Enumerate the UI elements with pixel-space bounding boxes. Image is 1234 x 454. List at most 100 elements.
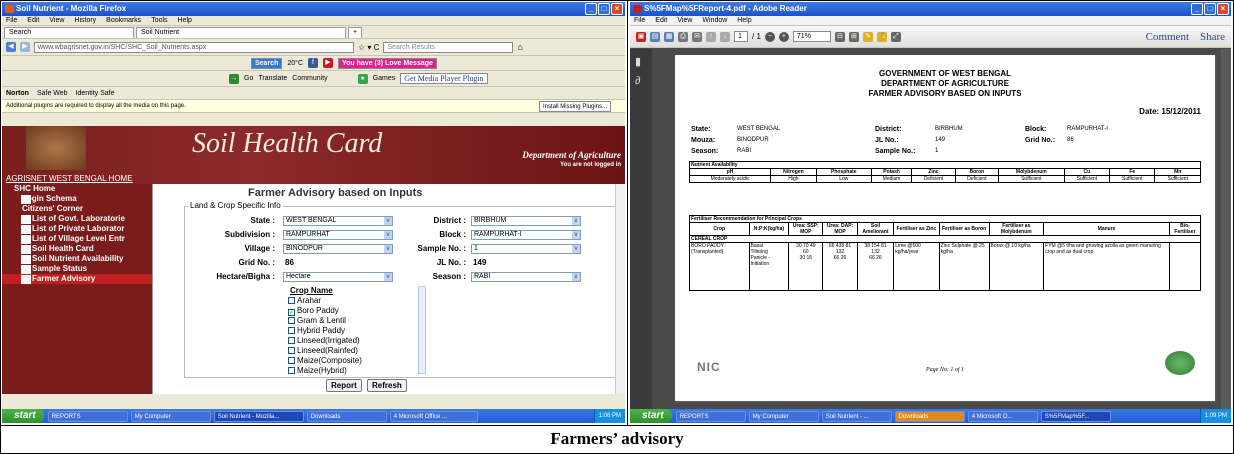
sidebar-item[interactable]: List of Private Laborator xyxy=(2,224,152,234)
crop-item[interactable]: ✓ Boro Paddy xyxy=(288,306,428,316)
crop-item[interactable]: Arahar xyxy=(288,296,428,306)
menu-history[interactable]: History xyxy=(74,16,96,25)
maximize-button[interactable]: □ xyxy=(1204,3,1216,15)
taskbar-item[interactable]: Downloads xyxy=(306,410,387,422)
district-select[interactable]: BIRBHUM xyxy=(471,216,581,226)
close-button[interactable]: × xyxy=(1217,3,1229,15)
season-select[interactable]: RABI xyxy=(471,272,581,282)
minimize-button[interactable]: _ xyxy=(1191,3,1203,15)
expand-icon[interactable]: ⤢ xyxy=(890,31,901,42)
crop-item[interactable]: Maize(Hybrid) xyxy=(288,366,428,376)
pages-icon[interactable]: ▮ xyxy=(635,55,641,68)
sign-icon[interactable]: ✍ xyxy=(876,31,887,42)
menu-window[interactable]: Window xyxy=(702,16,727,25)
fit-page-icon[interactable]: ⊟ xyxy=(834,31,845,42)
menu-edit[interactable]: Edit xyxy=(655,16,667,25)
sidebar-item[interactable]: List of Govt. Laboratorie xyxy=(2,214,152,224)
checkbox[interactable] xyxy=(288,297,295,304)
search-box[interactable]: Search Results xyxy=(383,41,514,53)
zoom-in-icon[interactable]: + xyxy=(778,31,789,42)
sidebar-item-login[interactable]: Login Schema xyxy=(2,194,152,204)
taskbar-item[interactable]: Soil Nutrient - ... xyxy=(821,410,892,422)
reload-icon[interactable]: ☆ ▾ C xyxy=(358,43,379,52)
subdivision-select[interactable]: RAMPURHAT xyxy=(283,230,393,240)
menu-file[interactable]: File xyxy=(6,16,17,25)
page-number-input[interactable]: 1 xyxy=(734,31,748,42)
taskbar-item[interactable]: My Computer xyxy=(130,410,211,422)
taskbar-item[interactable]: REPORTS xyxy=(47,410,128,422)
games-button[interactable]: Games xyxy=(373,75,396,82)
home-icon[interactable]: ⌂ xyxy=(517,42,522,52)
checkbox[interactable] xyxy=(288,317,295,324)
crop-scrollbar[interactable] xyxy=(418,286,426,374)
tab-search[interactable]: Search xyxy=(4,27,134,38)
youtube-icon[interactable]: ▶ xyxy=(323,58,333,68)
sidebar-root[interactable]: SHC Home xyxy=(2,184,152,194)
go-button[interactable]: Go xyxy=(244,75,253,82)
start-button[interactable]: start xyxy=(630,409,672,423)
checkbox[interactable] xyxy=(288,367,295,374)
menu-help[interactable]: Help xyxy=(178,16,192,25)
crop-item[interactable]: Linseed(Rainfed) xyxy=(288,346,428,356)
hectare-select[interactable]: Hectare xyxy=(283,272,393,282)
menu-help[interactable]: Help xyxy=(737,16,751,25)
taskbar-item[interactable]: REPORTS xyxy=(675,410,746,422)
save-icon[interactable]: ▦ xyxy=(664,31,674,42)
minimize-button[interactable]: _ xyxy=(585,3,597,15)
zoom-select[interactable]: 71% xyxy=(792,31,831,42)
refresh-button[interactable]: Refresh xyxy=(367,379,407,392)
crop-item[interactable]: Linseed(Irrigated) xyxy=(288,336,428,346)
sidebar-item-active[interactable]: Farmer Advisory xyxy=(2,274,152,284)
search-button[interactable]: Search xyxy=(251,57,283,69)
crop-item[interactable]: Gram & Lentil xyxy=(288,316,428,326)
checkbox[interactable] xyxy=(288,347,295,354)
tab-soil-nutrient[interactable]: Soil Nutrient xyxy=(136,27,346,38)
taskbar-item[interactable]: Soil Nutrient - Mozilla... xyxy=(213,410,304,422)
next-page-icon[interactable]: ↓ xyxy=(720,31,730,42)
community-button[interactable]: Community xyxy=(292,75,327,82)
share-button[interactable]: Share xyxy=(1200,31,1225,43)
menu-tools[interactable]: Tools xyxy=(151,16,167,25)
comment-button[interactable]: Comment xyxy=(1146,31,1189,43)
new-tab-button[interactable]: + xyxy=(348,27,363,38)
open-icon[interactable]: ▤ xyxy=(650,31,660,42)
comment-icon[interactable]: ✎ xyxy=(862,31,873,42)
prev-page-icon[interactable]: ↑ xyxy=(706,31,716,42)
sidebar-item[interactable]: Sample Status xyxy=(2,264,152,274)
translate-button[interactable]: Translate xyxy=(258,75,287,82)
taskbar-item[interactable]: 4 Microsoft Office ... xyxy=(389,410,478,422)
checkbox[interactable] xyxy=(288,327,295,334)
attachments-icon[interactable]: ∂ xyxy=(635,75,640,87)
go-icon[interactable]: → xyxy=(229,73,239,84)
report-button[interactable]: Report xyxy=(326,379,362,392)
checkbox-checked[interactable]: ✓ xyxy=(288,309,295,316)
print-icon[interactable]: ⎙ xyxy=(678,31,688,42)
taskbar-item[interactable]: Downloads xyxy=(894,410,965,422)
url-bar[interactable]: www.wbagrisnet.gov.in/SHC/SHC_Soil_Nutri… xyxy=(34,41,354,53)
page-scrollbar[interactable] xyxy=(1221,49,1231,409)
safe-web-button[interactable]: Safe Web xyxy=(37,90,68,97)
state-select[interactable]: WEST BENGAL xyxy=(283,216,393,226)
love-message-button[interactable]: You have (3) Love Message xyxy=(338,57,437,69)
facebook-icon[interactable]: f xyxy=(308,58,318,68)
sample-select[interactable]: 1 xyxy=(471,244,581,254)
sidebar-item[interactable]: Soil Nutrient Availability xyxy=(2,254,152,264)
norton-logo[interactable]: Norton xyxy=(6,90,29,97)
fit-width-icon[interactable]: ⊞ xyxy=(848,31,859,42)
start-button[interactable]: start xyxy=(2,409,44,423)
maximize-button[interactable]: □ xyxy=(598,3,610,15)
sidebar-item[interactable]: Soil Health Card xyxy=(2,244,152,254)
checkbox[interactable] xyxy=(288,337,295,344)
menu-edit[interactable]: Edit xyxy=(27,16,39,25)
page-scrollbar[interactable] xyxy=(615,184,625,394)
forward-icon[interactable]: ▶ xyxy=(20,42,30,52)
crop-item[interactable]: Hybrid Paddy xyxy=(288,326,428,336)
home-link[interactable]: AGRISNET WEST BENGAL HOME xyxy=(6,174,133,183)
media-plugin-button[interactable]: Get Media Player Plugin xyxy=(400,73,488,84)
taskbar-item[interactable]: 4 Microsoft O... xyxy=(967,410,1038,422)
install-plugins-button[interactable]: Install Missing Plugins... xyxy=(538,101,611,112)
taskbar-item[interactable]: My Computer xyxy=(748,410,819,422)
back-icon[interactable]: ◀ xyxy=(6,42,16,52)
games-icon[interactable]: ● xyxy=(357,73,368,84)
create-icon[interactable]: ▣ xyxy=(636,31,646,42)
